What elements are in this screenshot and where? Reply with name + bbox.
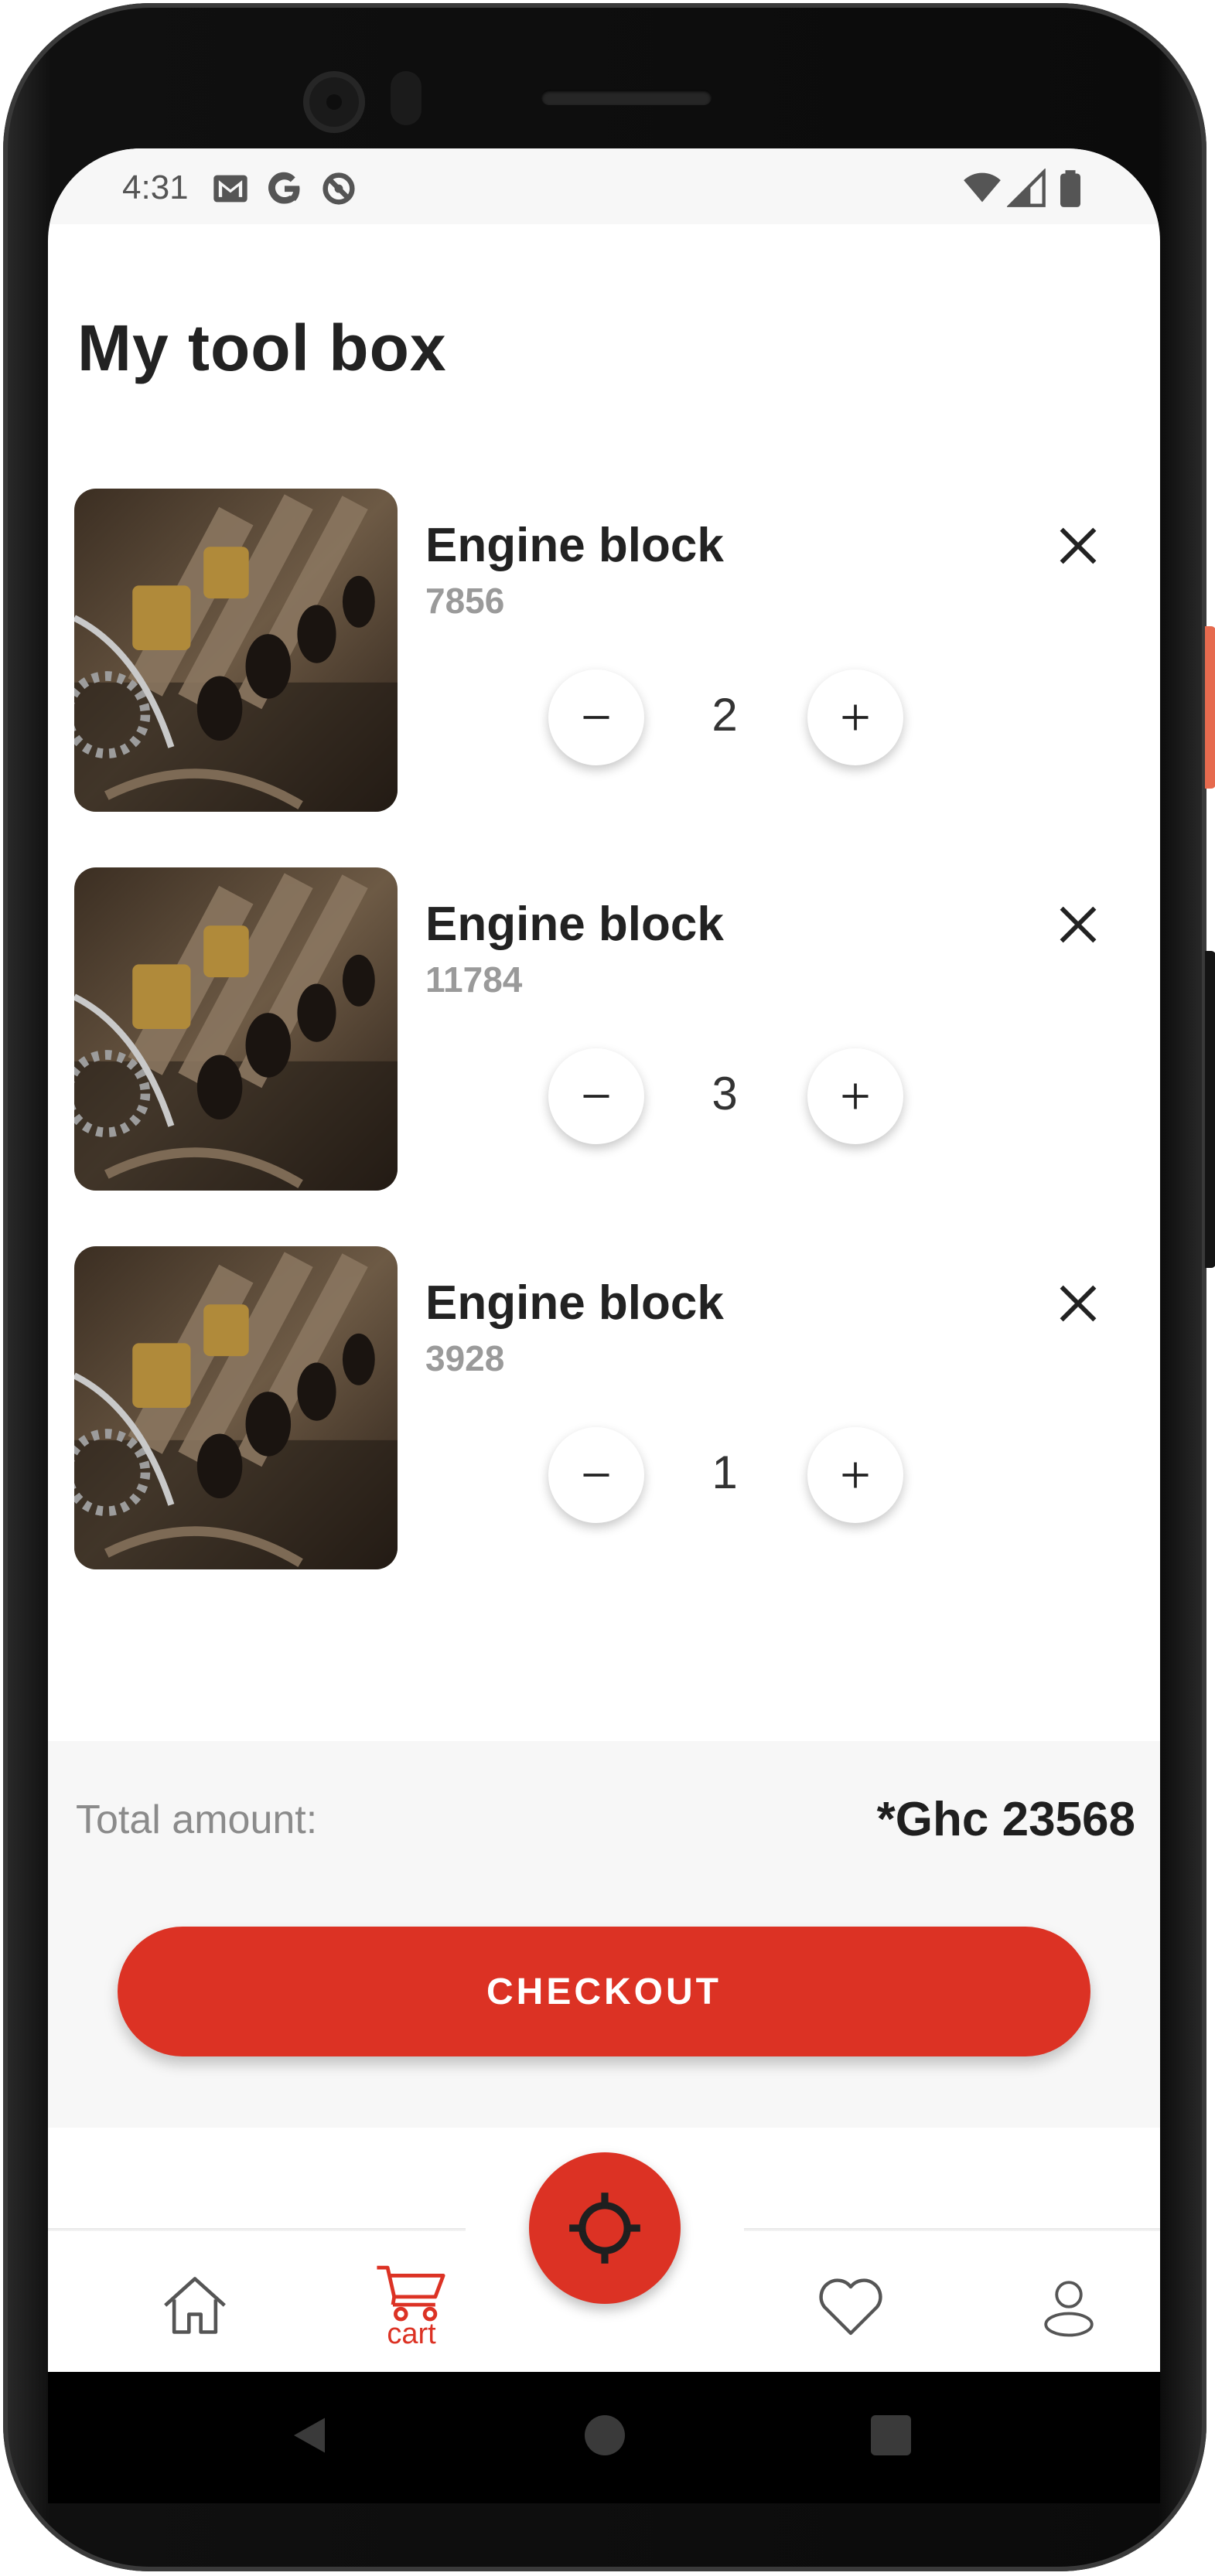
status-time: 4:31 [122,169,189,206]
recents-button[interactable] [871,2415,911,2455]
increment-quantity-button[interactable] [807,1048,903,1144]
home-icon [164,2277,226,2334]
nav-favorites[interactable] [804,2259,897,2352]
item-name: Engine block [425,1276,724,1330]
minus-icon [583,716,609,719]
close-icon [1060,1285,1097,1322]
item-price: 7856 [425,581,505,621]
plus-icon [842,1083,869,1109]
decrement-quantity-button[interactable] [548,1427,644,1523]
item-name: Engine block [425,898,724,951]
plus-icon [842,1462,869,1488]
total-value: *Ghc 23568 [876,1793,1135,1846]
google-icon [268,172,300,204]
nav-home[interactable] [148,2259,241,2352]
nav-cart[interactable]: cart [365,2259,458,2352]
item-price: 11784 [425,959,523,1000]
minus-icon [583,1474,609,1477]
cart-icon [377,2265,445,2321]
checkout-button[interactable]: CHECKOUT [118,1927,1090,2056]
product-image [74,489,398,812]
cart-item: Engine block 11784 3 [48,867,1160,1192]
signal-icon [1007,169,1046,207]
item-quantity: 1 [712,1446,738,1498]
close-icon [1060,527,1097,564]
total-label: Total amount: [76,1797,318,1842]
item-name: Engine block [425,519,724,572]
minus-icon [583,1095,609,1098]
decrement-quantity-button[interactable] [548,670,644,765]
product-image [74,1246,398,1569]
plus-icon [842,704,869,731]
crosshair-icon [569,2193,640,2264]
cart-item: Engine block 7856 2 [48,489,1160,813]
locate-button[interactable] [529,2152,681,2304]
nav-profile[interactable] [1022,2259,1115,2352]
home-system-button[interactable] [585,2415,625,2455]
back-icon[interactable] [286,2412,333,2458]
user-icon [1044,2281,1094,2337]
earpiece-speaker [541,90,712,105]
item-quantity: 2 [712,689,738,741]
increment-quantity-button[interactable] [807,1427,903,1523]
order-summary: Total amount: *Ghc 23568 CHECKOUT [48,1741,1160,2128]
decrement-quantity-button[interactable] [548,1048,644,1144]
proximity-sensor [391,71,421,125]
volume-button [1205,951,1215,1268]
camera-lens [326,94,342,110]
status-bar: 4:31 [48,148,1160,224]
increment-quantity-button[interactable] [807,670,903,765]
close-icon [1060,906,1097,943]
app-screen: 4:31 My tool box Engine block 7856 2 Eng… [48,148,1160,2372]
remove-item-button[interactable] [1053,521,1103,571]
wifi-icon [964,172,1001,203]
item-quantity: 3 [712,1068,738,1119]
heart-icon [819,2278,882,2336]
nav-cart-label: cart [387,2317,436,2350]
data-saver-icon [323,172,355,205]
gmail-icon [213,175,247,203]
cart-item: Engine block 3928 1 [48,1246,1160,1571]
item-price: 3928 [425,1338,505,1378]
remove-item-button[interactable] [1053,900,1103,949]
product-image [74,867,398,1191]
power-button [1205,626,1215,789]
page-title: My tool box [77,312,447,384]
battery-icon [1060,170,1080,207]
remove-item-button[interactable] [1053,1279,1103,1328]
